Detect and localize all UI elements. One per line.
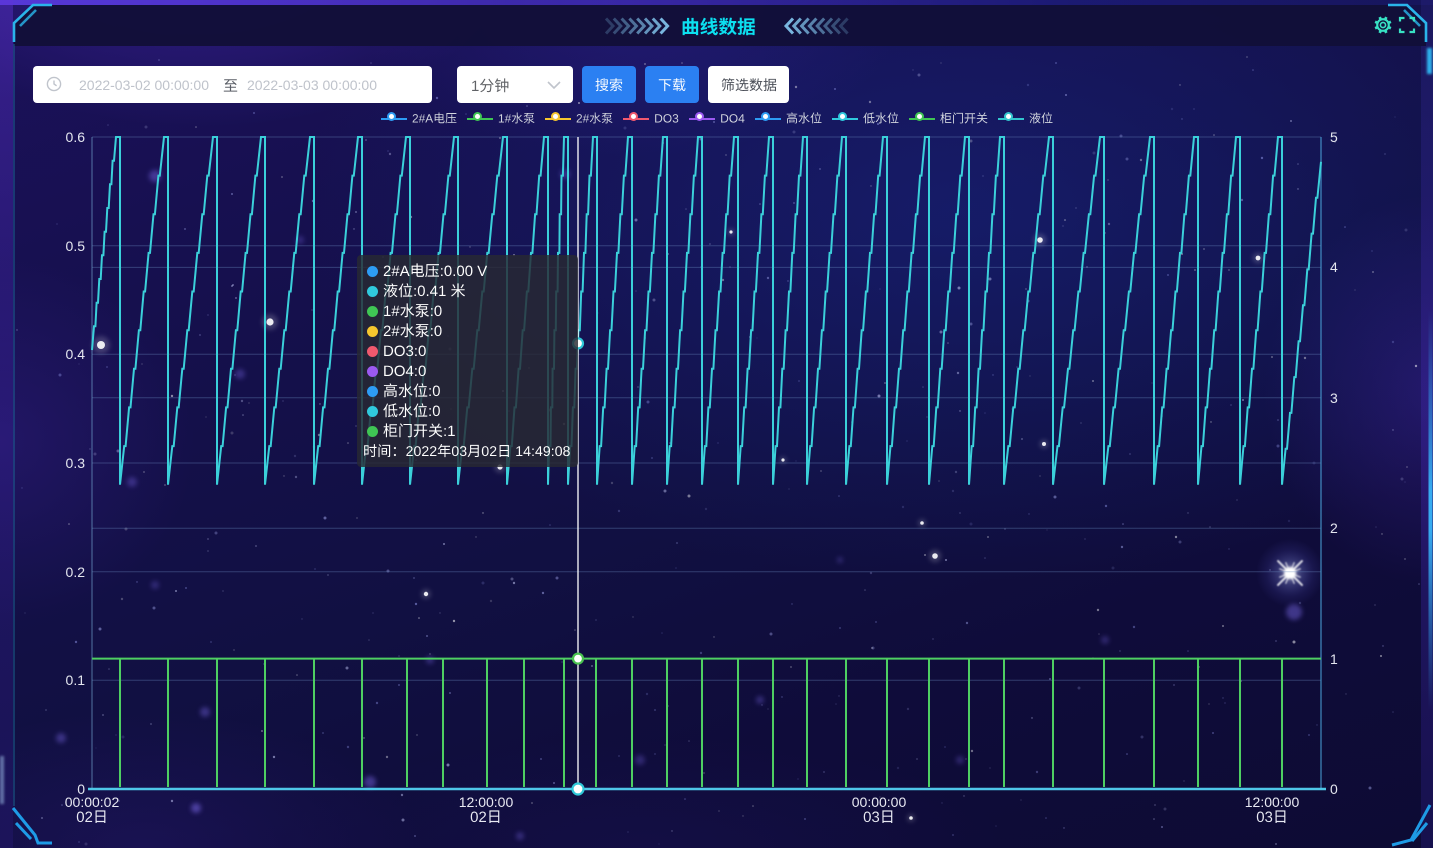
svg-text:0.5: 0.5	[66, 238, 86, 254]
svg-text:12:00:00: 12:00:00	[459, 794, 514, 810]
svg-text:0.4: 0.4	[66, 346, 86, 362]
svg-text:3: 3	[1330, 390, 1338, 406]
svg-text:1: 1	[1330, 651, 1338, 667]
svg-text:00:00:00: 00:00:00	[852, 794, 907, 810]
svg-text:0.1: 0.1	[66, 672, 86, 688]
svg-text:0: 0	[1330, 781, 1338, 797]
svg-text:00:00:02: 00:00:02	[65, 794, 120, 810]
svg-text:12:00:00: 12:00:00	[1245, 794, 1300, 810]
svg-text:4: 4	[1330, 259, 1338, 275]
svg-text:0.3: 0.3	[66, 455, 86, 471]
svg-text:0.2: 0.2	[66, 564, 86, 580]
svg-text:5: 5	[1330, 129, 1338, 145]
svg-text:2: 2	[1330, 520, 1338, 536]
svg-text:0.6: 0.6	[66, 129, 86, 145]
